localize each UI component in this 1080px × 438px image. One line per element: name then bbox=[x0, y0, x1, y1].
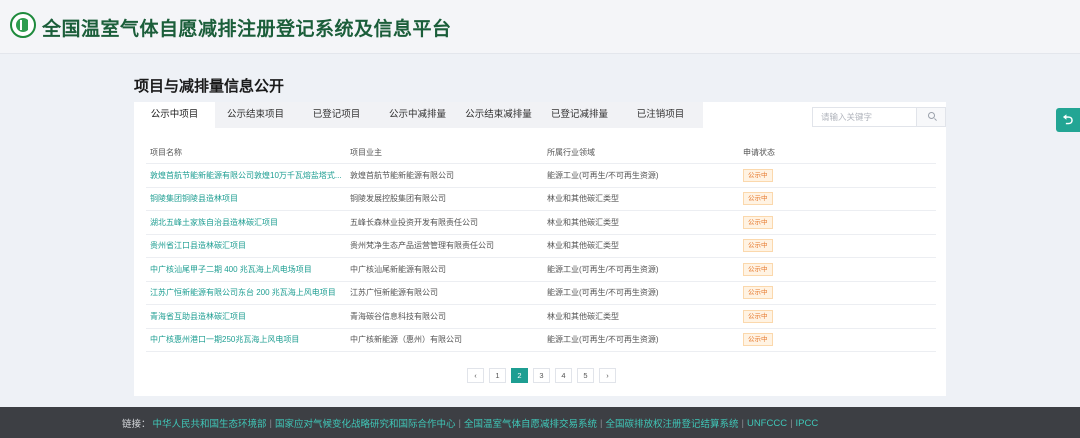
page-2-button[interactable]: 2 bbox=[511, 368, 528, 383]
page-3-button[interactable]: 3 bbox=[533, 368, 550, 383]
status-badge: 公示中 bbox=[743, 262, 773, 276]
project-name-link[interactable]: 中广核汕尾甲子二期 400 兆瓦海上风电场项目 bbox=[146, 264, 346, 275]
link-ncsc[interactable]: 国家应对气候变化战略研究和国际合作中心 bbox=[275, 416, 456, 430]
status-badge: 公示中 bbox=[743, 286, 773, 300]
project-sector: 林业和其他碳汇类型 bbox=[547, 217, 619, 227]
project-name-link[interactable]: 湖北五峰土家族自治县造林碳汇项目 bbox=[146, 217, 346, 228]
page-1-button[interactable]: 1 bbox=[489, 368, 506, 383]
table-row: 敦煌首航节能新能源有限公司敦煌10万千瓦熔盐塔式... 敦煌首航节能新能源有限公… bbox=[146, 164, 936, 188]
site-header: 全国温室气体自愿减排注册登记系统及信息平台 bbox=[0, 0, 1080, 54]
table-row: 贵州省江口县造林碳汇项目 贵州梵净生态产品运营管理有限责任公司 林业和其他碳汇类… bbox=[146, 235, 936, 258]
search-box bbox=[812, 107, 946, 127]
link-mee[interactable]: 中华人民共和国生态环境部 bbox=[153, 416, 267, 430]
col-header-sector: 所属行业领域 bbox=[547, 148, 595, 157]
tab-registered-projects[interactable]: 已登记项目 bbox=[296, 102, 377, 128]
project-owner: 中广核汕尾新能源有限公司 bbox=[350, 264, 446, 274]
project-sector: 能源工业(可再生/不可再生资源) bbox=[547, 335, 659, 345]
table-row: 江苏广恒新能源有限公司东台 200 兆瓦海上风电项目 江苏广恒新能源有限公司 能… bbox=[146, 282, 936, 305]
status-badge: 公示中 bbox=[743, 309, 773, 323]
status-badge: 公示中 bbox=[743, 215, 773, 229]
project-sector: 能源工业(可再生/不可再生资源) bbox=[547, 288, 659, 298]
status-badge: 公示中 bbox=[743, 168, 773, 182]
project-owner: 敦煌首航节能新能源有限公司 bbox=[350, 170, 454, 180]
tab-public-projects[interactable]: 公示中项目 bbox=[134, 102, 215, 128]
project-table: 项目名称 项目业主 所属行业领域 申请状态 敦煌首航节能新能源有限公司敦煌10万… bbox=[146, 142, 936, 352]
link-ccer-trading[interactable]: 全国温室气体自愿减排交易系统 bbox=[464, 416, 597, 430]
project-sector: 林业和其他碳汇类型 bbox=[547, 194, 619, 204]
emblem-logo-icon bbox=[10, 12, 36, 38]
project-owner: 中广核新能源（惠州）有限公司 bbox=[350, 335, 462, 345]
link-carbon-registry[interactable]: 全国碳排放权注册登记结算系统 bbox=[605, 416, 738, 430]
col-header-owner: 项目业主 bbox=[350, 148, 382, 157]
project-name-link[interactable]: 铜陵集团铜陵县造林项目 bbox=[146, 193, 346, 204]
search-input[interactable] bbox=[813, 108, 916, 126]
project-name-link[interactable]: 青海省互助县造林碳汇项目 bbox=[146, 311, 346, 322]
project-name-link[interactable]: 中广核惠州港口一期250兆瓦海上风电项目 bbox=[146, 334, 346, 345]
next-page-button[interactable]: › bbox=[599, 368, 616, 383]
project-sector: 能源工业(可再生/不可再生资源) bbox=[547, 170, 659, 180]
project-sector: 林业和其他碳汇类型 bbox=[547, 241, 619, 251]
table-row: 湖北五峰土家族自治县造林碳汇项目 五峰长森林业投资开发有限责任公司 林业和其他碳… bbox=[146, 211, 936, 235]
table-row: 中广核汕尾甲子二期 400 兆瓦海上风电场项目 中广核汕尾新能源有限公司 能源工… bbox=[146, 258, 936, 282]
tab-public-reductions[interactable]: 公示中减排量 bbox=[377, 102, 458, 128]
project-sector: 能源工业(可再生/不可再生资源) bbox=[547, 264, 659, 274]
link-unfccc[interactable]: UNFCCC bbox=[747, 418, 787, 429]
project-name-link[interactable]: 敦煌首航节能新能源有限公司敦煌10万千瓦熔盐塔式... bbox=[146, 170, 346, 181]
table-header: 项目名称 项目业主 所属行业领域 申请状态 bbox=[146, 142, 936, 164]
link-separator: | bbox=[741, 417, 744, 429]
footer-links-label: 链接： bbox=[122, 419, 151, 430]
tab-ended-reductions[interactable]: 公示结束减排量 bbox=[458, 102, 539, 128]
site-title: 全国温室气体自愿减排注册登记系统及信息平台 bbox=[42, 19, 452, 40]
status-badge: 公示中 bbox=[743, 333, 773, 347]
link-separator: | bbox=[458, 417, 461, 429]
project-sector: 林业和其他碳汇类型 bbox=[547, 311, 619, 321]
link-ipcc[interactable]: IPCC bbox=[796, 418, 819, 429]
project-name-link[interactable]: 贵州省江口县造林碳汇项目 bbox=[146, 240, 346, 251]
footer-links: 链接： 中华人民共和国生态环境部 | 国家应对气候变化战略研究和国际合作中心 |… bbox=[122, 416, 819, 431]
section-title: 项目与减排量信息公开 bbox=[134, 78, 285, 95]
page-4-button[interactable]: 4 bbox=[555, 368, 572, 383]
tab-cancelled-projects[interactable]: 已注销项目 bbox=[620, 102, 701, 128]
pagination: ‹ 1 2 3 4 5 › bbox=[467, 368, 621, 383]
status-badge: 公示中 bbox=[743, 192, 773, 206]
project-owner: 贵州梵净生态产品运营管理有限责任公司 bbox=[350, 241, 494, 251]
project-owner: 江苏广恒新能源有限公司 bbox=[350, 288, 438, 298]
page-5-button[interactable]: 5 bbox=[577, 368, 594, 383]
col-header-name: 项目名称 bbox=[150, 148, 182, 157]
footer: 链接： 中华人民共和国生态环境部 | 国家应对气候变化战略研究和国际合作中心 |… bbox=[0, 407, 1080, 438]
status-badge: 公示中 bbox=[743, 239, 773, 253]
link-separator: | bbox=[790, 417, 793, 429]
search-button[interactable] bbox=[916, 108, 945, 126]
link-separator: | bbox=[269, 417, 272, 429]
return-icon[interactable]: ⮌ bbox=[1056, 108, 1080, 132]
table-row: 铜陵集团铜陵县造林项目 铜陵发展控股集团有限公司 林业和其他碳汇类型 公示中 bbox=[146, 188, 936, 211]
table-row: 青海省互助县造林碳汇项目 青海碳谷信息科技有限公司 林业和其他碳汇类型 公示中 bbox=[146, 305, 936, 329]
tab-bar: 公示中项目 公示结束项目 已登记项目 公示中减排量 公示结束减排量 已登记减排量… bbox=[134, 102, 703, 128]
project-owner: 青海碳谷信息科技有限公司 bbox=[350, 311, 446, 321]
col-header-status: 申请状态 bbox=[743, 148, 775, 157]
tab-registered-reductions[interactable]: 已登记减排量 bbox=[539, 102, 620, 128]
tab-ended-projects[interactable]: 公示结束项目 bbox=[215, 102, 296, 128]
link-separator: | bbox=[600, 417, 603, 429]
project-owner: 铜陵发展控股集团有限公司 bbox=[350, 194, 446, 204]
prev-page-button[interactable]: ‹ bbox=[467, 368, 484, 383]
table-row: 中广核惠州港口一期250兆瓦海上风电项目 中广核新能源（惠州）有限公司 能源工业… bbox=[146, 329, 936, 352]
project-owner: 五峰长森林业投资开发有限责任公司 bbox=[350, 217, 478, 227]
project-info-panel: 公示中项目 公示结束项目 已登记项目 公示中减排量 公示结束减排量 已登记减排量… bbox=[134, 102, 946, 396]
project-name-link[interactable]: 江苏广恒新能源有限公司东台 200 兆瓦海上风电项目 bbox=[146, 287, 346, 298]
